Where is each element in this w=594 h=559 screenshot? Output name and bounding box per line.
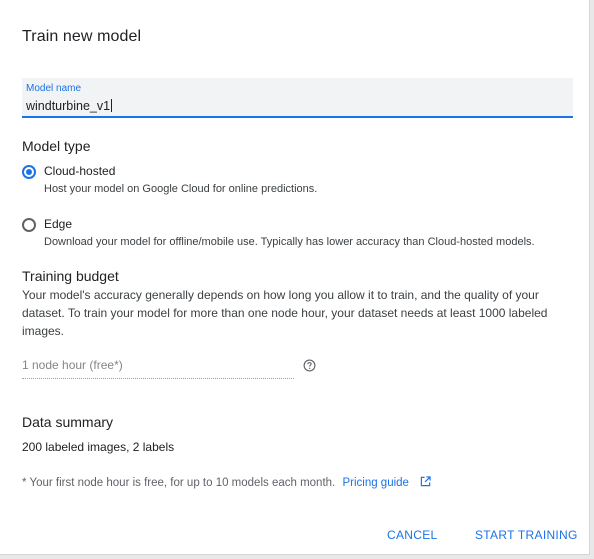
cancel-button[interactable]: CANCEL bbox=[387, 528, 437, 542]
external-link-icon[interactable] bbox=[420, 476, 431, 487]
data-summary-text: 200 labeled images, 2 labels bbox=[22, 440, 175, 454]
radio-button-selected[interactable] bbox=[22, 165, 36, 179]
node-hours-input[interactable]: 1 node hour (free*) bbox=[22, 358, 294, 379]
data-summary-heading: Data summary bbox=[22, 414, 114, 430]
help-circle-icon[interactable] bbox=[303, 359, 316, 372]
train-model-dialog: Train new model Model name windturbine_v… bbox=[0, 0, 590, 555]
radio-desc-cloud-hosted: Host your model on Google Cloud for onli… bbox=[44, 183, 318, 195]
radio-option-edge[interactable]: Edge Download your model for offline/mob… bbox=[22, 217, 562, 253]
radio-label-cloud-hosted: Cloud-hosted bbox=[44, 164, 116, 178]
model-name-input[interactable]: windturbine_v1 bbox=[26, 99, 110, 113]
free-tier-footnote: * Your first node hour is free, for up t… bbox=[22, 476, 431, 489]
model-name-label: Model name bbox=[26, 83, 82, 94]
model-type-heading: Model type bbox=[22, 138, 91, 154]
footnote-text: * Your first node hour is free, for up t… bbox=[22, 477, 336, 489]
dialog-title: Train new model bbox=[22, 28, 142, 45]
start-training-button[interactable]: START TRAINING bbox=[475, 528, 578, 542]
training-budget-heading: Training budget bbox=[22, 268, 119, 284]
pricing-guide-link[interactable]: Pricing guide bbox=[342, 477, 408, 489]
radio-label-edge: Edge bbox=[44, 217, 73, 231]
radio-desc-edge: Download your model for offline/mobile u… bbox=[44, 236, 535, 248]
training-budget-description: Your model's accuracy generally depends … bbox=[22, 288, 548, 338]
model-name-field[interactable]: Model name windturbine_v1 bbox=[22, 78, 573, 118]
text-cursor bbox=[111, 99, 113, 112]
radio-option-cloud-hosted[interactable]: Cloud-hosted Host your model on Google C… bbox=[22, 164, 542, 200]
radio-button-unselected[interactable] bbox=[22, 218, 36, 232]
